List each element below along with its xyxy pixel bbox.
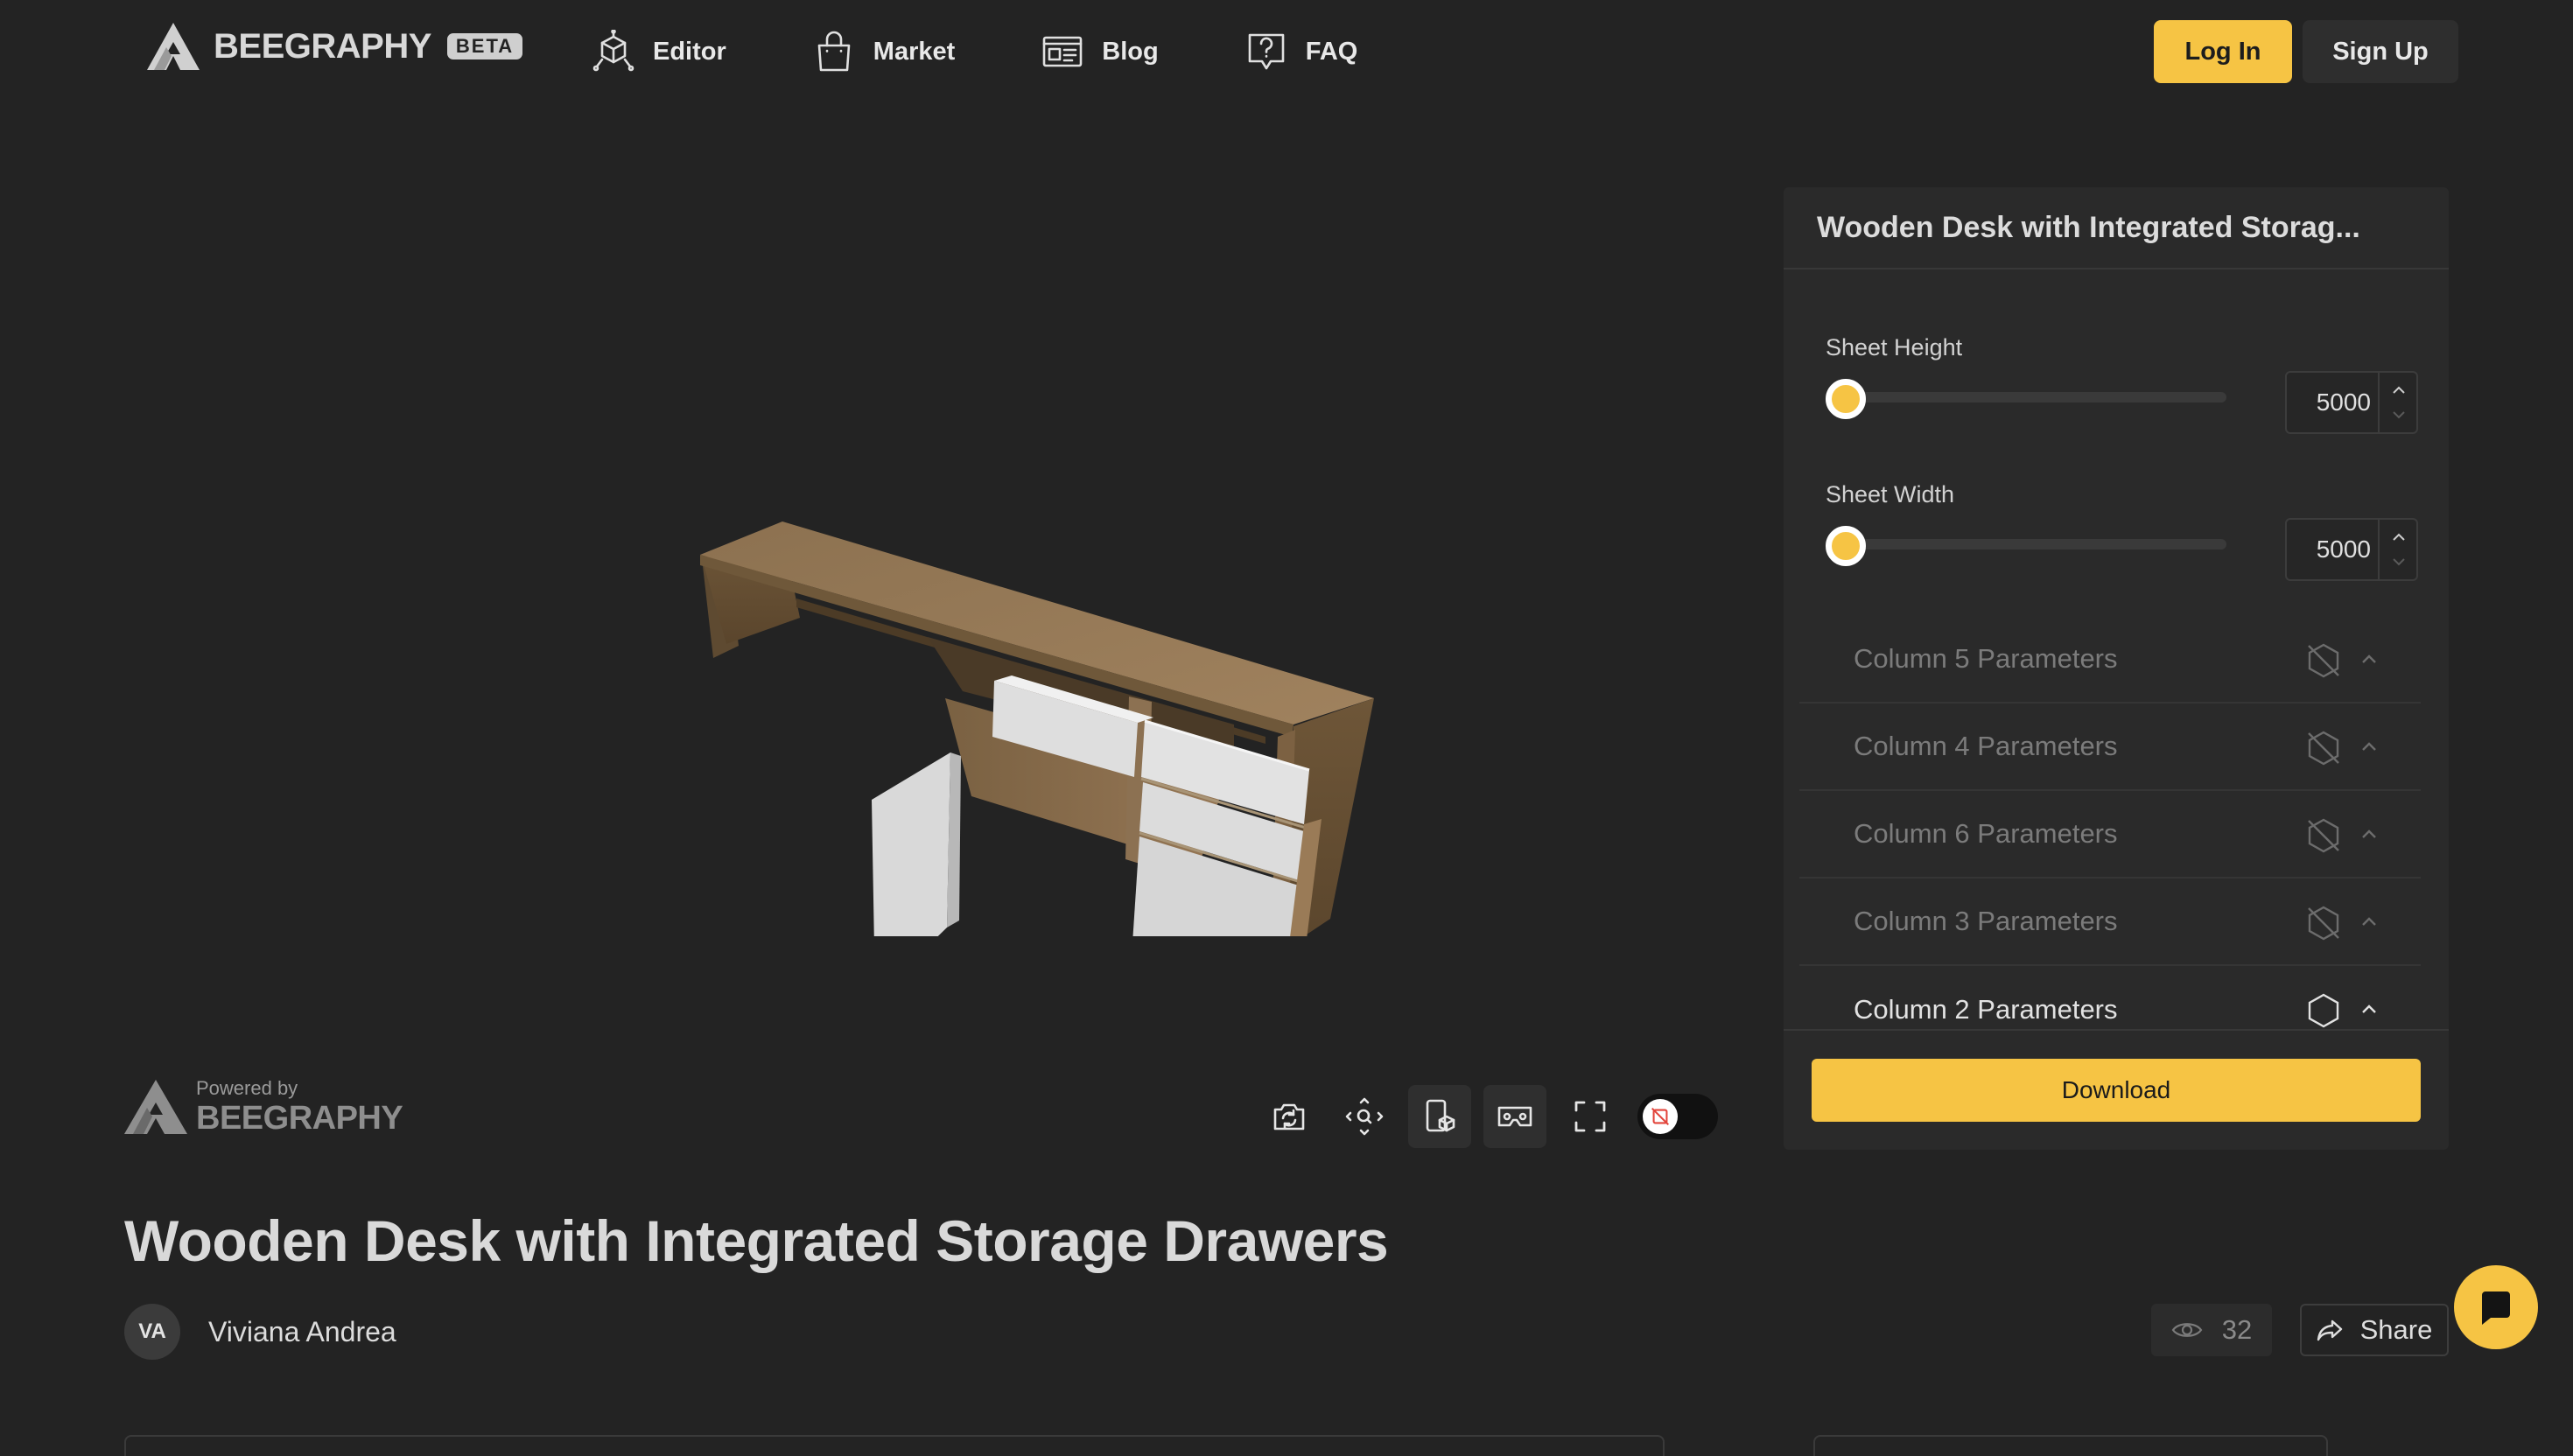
param-sheet-height: Sheet Height 5000: [1826, 334, 2418, 434]
login-button[interactable]: Log In: [2154, 20, 2292, 83]
editor-icon: [592, 30, 634, 72]
author-name[interactable]: Viviana Andrea: [208, 1316, 396, 1348]
zoom-fit-icon: [1345, 1097, 1384, 1136]
vr-view-button[interactable]: [1483, 1085, 1546, 1148]
zoom-fit-button[interactable]: [1333, 1085, 1396, 1148]
view-count: 32: [2151, 1304, 2272, 1356]
powered-by-badge[interactable]: Powered by BEEGRAPHY: [123, 1078, 403, 1136]
vr-headset-icon: [1497, 1106, 1532, 1127]
fullscreen-icon: [1574, 1101, 1606, 1132]
view-count-value: 32: [2221, 1314, 2253, 1345]
chevron-up-icon[interactable]: [2359, 1001, 2379, 1017]
nav-editor[interactable]: Editor: [592, 26, 726, 77]
chevron-down-icon[interactable]: [2390, 556, 2408, 569]
signup-button[interactable]: Sign Up: [2303, 20, 2458, 83]
column-group-row[interactable]: Column 4 Parameters: [1799, 704, 2421, 791]
column-group-label: Column 5 Parameters: [1854, 643, 2118, 674]
share-arrow-icon: [2317, 1320, 2342, 1341]
camera-rotate-icon: [1273, 1103, 1305, 1130]
toggle-knob: [1643, 1099, 1678, 1134]
blog-icon: [1042, 36, 1083, 67]
chat-bubble-icon: [2482, 1292, 2510, 1325]
nav-blog-label: Blog: [1102, 37, 1159, 66]
nav-market-label: Market: [873, 37, 956, 66]
fullscreen-button[interactable]: [1559, 1085, 1622, 1148]
sheet-height-slider-thumb[interactable]: [1826, 379, 1866, 419]
sheet-width-number-input[interactable]: 5000: [2285, 518, 2418, 581]
chevron-up-icon[interactable]: [2359, 651, 2379, 667]
chevron-up-icon[interactable]: [2359, 738, 2379, 754]
column-group-label: Column 3 Parameters: [1854, 906, 2118, 936]
column-group-label: Column 2 Parameters: [1854, 994, 2118, 1025]
column-group-label: Column 6 Parameters: [1854, 818, 2118, 849]
beta-badge: BETA: [446, 33, 523, 60]
beegraphy-logo-icon: [124, 1080, 187, 1134]
column-group-label: Column 4 Parameters: [1854, 731, 2118, 761]
avatar[interactable]: VA: [124, 1304, 180, 1360]
powered-by-text: Powered by BEEGRAPHY: [196, 1077, 403, 1137]
ar-view-button[interactable]: [1408, 1085, 1471, 1148]
share-label: Share: [2359, 1314, 2433, 1345]
brand-logo[interactable]: BEEGRAPHY BETA: [145, 21, 523, 72]
panel-title: Wooden Desk with Integrated Storag...: [1784, 187, 2449, 270]
chevron-up-icon[interactable]: [2390, 383, 2408, 396]
hexagon-off-icon[interactable]: [2305, 817, 2342, 854]
chevron-up-icon[interactable]: [2390, 530, 2408, 542]
sheet-height-slider-track[interactable]: [1833, 392, 2226, 402]
product-title: Wooden Desk with Integrated Storage Draw…: [124, 1208, 1389, 1273]
nav-blog[interactable]: Blog: [1041, 26, 1159, 77]
share-button[interactable]: Share: [2300, 1304, 2449, 1356]
hexagon-off-icon[interactable]: [2305, 905, 2342, 942]
column-group-row[interactable]: Column 6 Parameters: [1799, 791, 2421, 878]
chevron-up-icon[interactable]: [2359, 826, 2379, 842]
question-icon: [1248, 33, 1285, 70]
side-card: [1813, 1435, 2328, 1456]
number-value: 5000: [2316, 536, 2371, 563]
ar-off-icon: [1651, 1107, 1670, 1126]
top-navigation: BEEGRAPHY BETA Editor Market Blog FAQ Lo…: [0, 0, 2573, 103]
desk-3d-model[interactable]: [560, 254, 1392, 936]
beegraphy-logo-icon: [147, 23, 200, 70]
sheet-height-number-input[interactable]: 5000: [2285, 371, 2418, 434]
page: BEEGRAPHY BETA Editor Market Blog FAQ Lo…: [0, 0, 2573, 1456]
number-value: 5000: [2316, 388, 2371, 416]
chevron-up-icon[interactable]: [2359, 914, 2379, 929]
nav-faq-label: FAQ: [1305, 37, 1358, 66]
chat-launcher-button[interactable]: [2454, 1265, 2538, 1349]
column-group-row[interactable]: Column 3 Parameters: [1799, 878, 2421, 966]
reset-camera-button[interactable]: [1258, 1085, 1321, 1148]
chevron-down-icon[interactable]: [2390, 410, 2408, 422]
number-stepper: [2378, 520, 2416, 579]
eye-icon: [2171, 1323, 2203, 1337]
nav-market[interactable]: Market: [812, 26, 956, 77]
description-card: [124, 1435, 1665, 1456]
environment-toggle[interactable]: [1637, 1094, 1718, 1139]
brand-name: BEEGRAPHY: [214, 26, 431, 66]
param-sheet-width: Sheet Width 5000: [1826, 481, 2418, 581]
powered-by-name: BEEGRAPHY: [196, 1100, 403, 1137]
column-group-row[interactable]: Column 2 Parameters: [1799, 966, 2421, 1054]
sheet-width-slider-thumb[interactable]: [1826, 526, 1866, 566]
sheet-width-slider-track[interactable]: [1833, 539, 2226, 550]
hexagon-off-icon[interactable]: [2305, 642, 2342, 679]
parameters-panel: Wooden Desk with Integrated Storag... Sh…: [1784, 187, 2449, 1150]
shopping-bag-icon: [817, 31, 851, 72]
nav-faq[interactable]: FAQ: [1244, 26, 1358, 77]
hexagon-icon[interactable]: [2305, 992, 2342, 1029]
author-info[interactable]: VA Viviana Andrea: [124, 1304, 396, 1360]
phone-ar-icon: [1426, 1099, 1455, 1132]
nav-editor-label: Editor: [653, 37, 726, 66]
powered-by-label: Powered by: [196, 1077, 298, 1099]
viewer-toolbar: [1258, 1085, 1718, 1148]
column-parameter-list: Column 5 Parameters Column 4 Parameters …: [1799, 616, 2421, 1054]
param-label: Sheet Height: [1826, 334, 1963, 360]
panel-divider: [1784, 1029, 2449, 1031]
main-nav: Editor Market Blog FAQ: [592, 26, 1443, 77]
hexagon-off-icon[interactable]: [2305, 730, 2342, 766]
number-stepper: [2378, 373, 2416, 432]
column-group-row[interactable]: Column 5 Parameters: [1799, 616, 2421, 704]
download-button[interactable]: Download: [1812, 1059, 2421, 1122]
param-label: Sheet Width: [1826, 481, 1955, 508]
